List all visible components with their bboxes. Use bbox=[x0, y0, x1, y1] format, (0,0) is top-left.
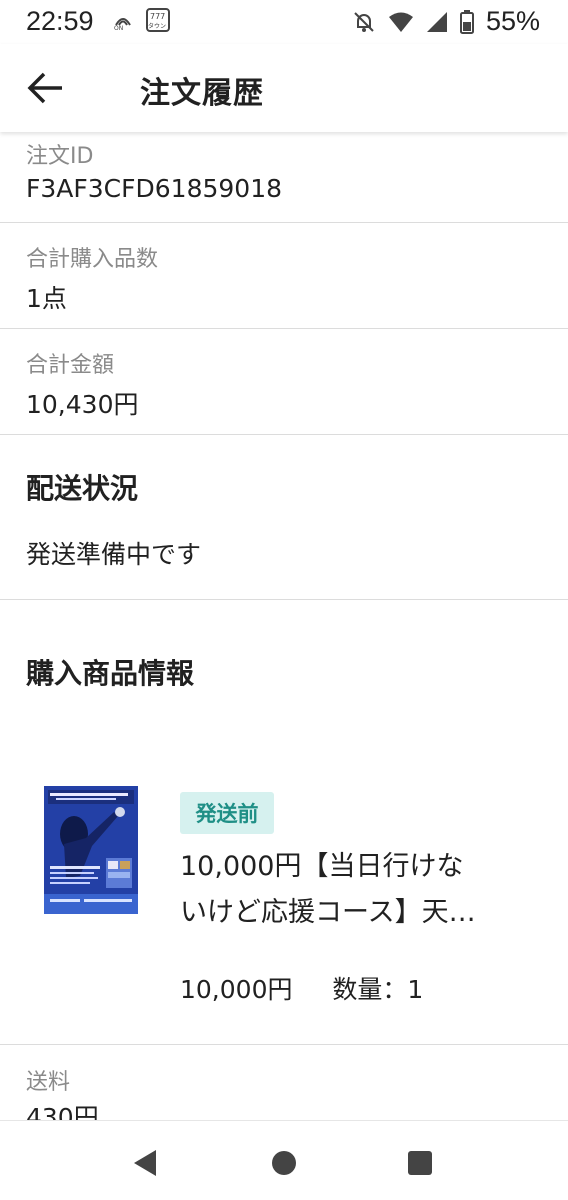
nav-recent-button[interactable] bbox=[402, 1145, 438, 1181]
screen: 22:59 ON 777 タウン 55% 注文履歴 注文ID F3AF3CFD6… bbox=[0, 0, 568, 1200]
order-id-field: 注文ID F3AF3CFD61859018 bbox=[0, 132, 568, 223]
app-bar: 注文履歴 bbox=[0, 44, 568, 132]
product-name-line2: いけど応援コース】天… bbox=[180, 897, 476, 928]
total-items-label: 合計購入品数 bbox=[26, 247, 159, 272]
status-right: 55% bbox=[352, 6, 540, 37]
order-id-label: 注文ID bbox=[26, 144, 94, 169]
app-badge-text-top: 777 bbox=[150, 12, 165, 21]
nav-back-button[interactable] bbox=[128, 1145, 164, 1181]
square-recent-icon bbox=[408, 1151, 432, 1175]
purchase-info-title: 購入商品情報 bbox=[26, 657, 195, 690]
shipping-status-section: 配送状況 発送準備中です bbox=[0, 435, 568, 600]
total-amount-value: 10,430円 bbox=[26, 390, 139, 419]
total-amount-field: 合計金額 10,430円 bbox=[0, 329, 568, 435]
status-time: 22:59 bbox=[26, 6, 94, 36]
status-badge: 発送前 bbox=[180, 792, 274, 834]
wifi-icon bbox=[388, 11, 414, 33]
product-price: 10,000円 bbox=[180, 975, 293, 1004]
shipping-status-title: 配送状況 bbox=[26, 472, 139, 505]
back-button[interactable] bbox=[24, 66, 68, 110]
app-badge-icon: 777 タウン bbox=[146, 8, 170, 32]
svg-text:ON: ON bbox=[114, 25, 123, 31]
product-price-row: 10,000円 数量：1 bbox=[180, 970, 423, 1006]
battery-percent: 55% bbox=[485, 6, 540, 36]
circle-home-icon bbox=[272, 1151, 296, 1175]
total-items-field: 合計購入品数 1点 bbox=[0, 223, 568, 329]
total-amount-label: 合計金額 bbox=[26, 353, 115, 378]
status-left-icons: ON 777 タウン bbox=[112, 8, 170, 32]
triangle-back-icon bbox=[134, 1150, 156, 1176]
status-bar: 22:59 ON 777 タウン 55% bbox=[0, 0, 568, 44]
navigation-bar bbox=[0, 1120, 568, 1200]
signal-icon bbox=[426, 11, 448, 33]
order-id-value: F3AF3CFD61859018 bbox=[26, 174, 283, 203]
arrow-left-icon bbox=[27, 72, 62, 104]
product-thumbnail[interactable] bbox=[44, 786, 138, 914]
shipping-status-text: 発送準備中です bbox=[26, 540, 202, 569]
page-title: 注文履歴 bbox=[140, 76, 264, 111]
app-badge-text-bottom: タウン bbox=[148, 22, 166, 30]
product-divider bbox=[0, 1044, 568, 1045]
product-quantity: 数量：1 bbox=[332, 975, 424, 1004]
nav-home-button[interactable] bbox=[266, 1145, 302, 1181]
product-name[interactable]: 10,000円【当日行けな いけど応援コース】天… bbox=[180, 844, 550, 936]
notifications-off-icon bbox=[352, 10, 376, 34]
product-image bbox=[44, 786, 138, 914]
nfc-icon: ON bbox=[112, 9, 134, 31]
shipping-fee-value: 430円 bbox=[26, 1103, 99, 1120]
product-name-line1: 10,000円【当日行けな bbox=[180, 851, 464, 882]
total-items-value: 1点 bbox=[26, 284, 67, 313]
shipping-fee-label: 送料 bbox=[26, 1070, 71, 1095]
battery-icon bbox=[459, 9, 474, 34]
order-detail-content[interactable]: 注文ID F3AF3CFD61859018 合計購入品数 1点 合計金額 10,… bbox=[0, 132, 568, 1120]
